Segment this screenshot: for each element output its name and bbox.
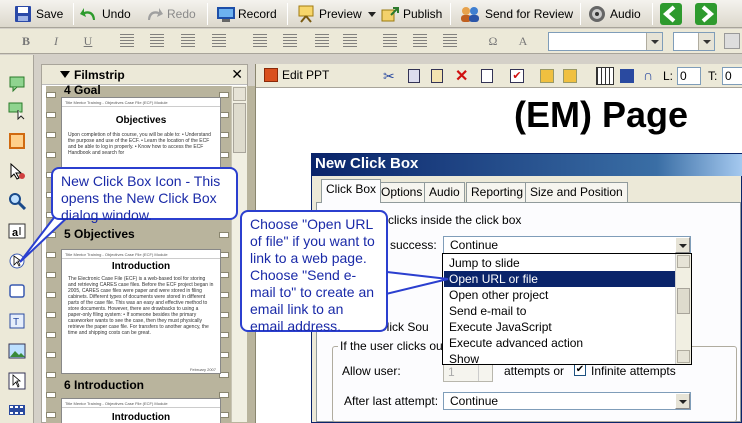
callout-new-click-box: New Click Box Icon - This opens the New … (51, 167, 238, 223)
callout-open-url: Choose "Open URL of file" if you want to… (240, 210, 388, 334)
